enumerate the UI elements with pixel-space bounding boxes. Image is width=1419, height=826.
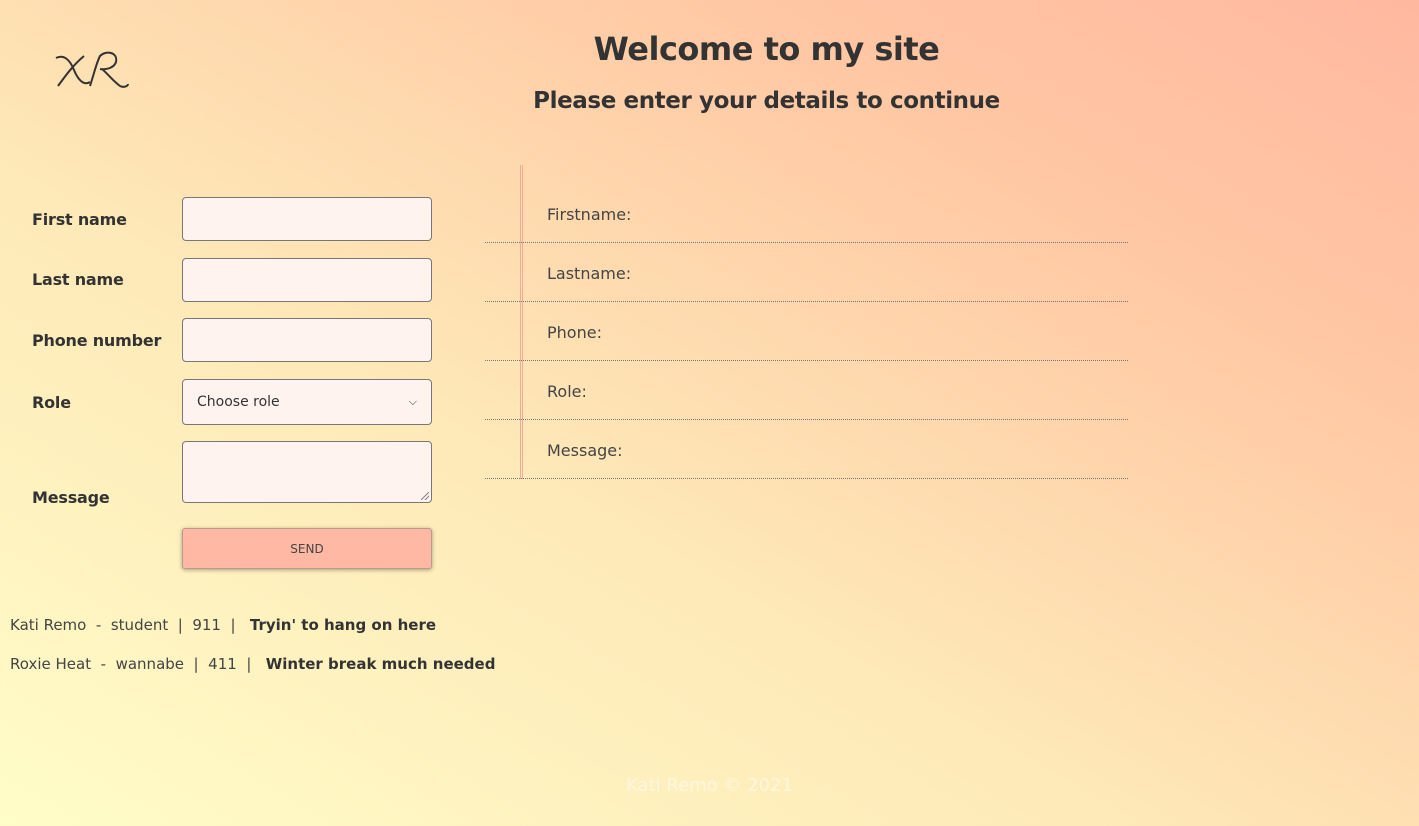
footer-copyright: Kati Remo © 2021 — [626, 775, 793, 796]
entry-message: Tryin' to hang on here — [249, 616, 437, 634]
entry-role: wannabe — [115, 655, 185, 673]
preview-label-phone: Phone: — [547, 323, 602, 342]
entry-role: student — [110, 616, 169, 634]
preview-row-firstname: Firstname: — [485, 184, 1128, 243]
entry-name: Kati Remo — [10, 616, 87, 634]
entry-message: Winter break much needed — [265, 655, 496, 673]
list-item: Kati Remo - student | 911 | Tryin' to ha… — [10, 616, 437, 634]
preview-row-message: Message: — [485, 420, 1128, 479]
entry-name: Roxie Heat — [10, 655, 92, 673]
last-name-input[interactable] — [182, 258, 432, 302]
phone-label: Phone number — [32, 331, 162, 350]
preview-row-lastname: Lastname: — [485, 243, 1128, 302]
page-subtitle: Please enter your details to continue — [533, 88, 1000, 114]
role-select[interactable]: Choose role ⌵ — [182, 379, 432, 425]
page-title: Welcome to my site — [593, 30, 940, 68]
entry-phone: 411 — [208, 655, 237, 673]
role-select-value: Choose role — [197, 394, 280, 410]
role-label: Role — [32, 393, 71, 412]
last-name-label: Last name — [32, 270, 124, 289]
preview-row-role: Role: — [485, 361, 1128, 420]
list-item: Roxie Heat - wannabe | 411 | Winter brea… — [10, 655, 496, 673]
preview-label-lastname: Lastname: — [547, 264, 632, 283]
preview-label-firstname: Firstname: — [547, 205, 632, 224]
chevron-down-icon: ⌵ — [408, 395, 417, 408]
preview-label-message: Message: — [547, 441, 623, 460]
message-textarea[interactable] — [182, 441, 432, 503]
preview-label-role: Role: — [547, 382, 587, 401]
details-preview: Firstname: Lastname: Phone: Role: Messag… — [485, 165, 1128, 479]
phone-input[interactable] — [182, 318, 432, 362]
resize-grip-icon[interactable] — [421, 492, 429, 500]
entry-phone: 911 — [192, 616, 221, 634]
preview-row-phone: Phone: — [485, 302, 1128, 361]
first-name-input[interactable] — [182, 197, 432, 241]
first-name-label: First name — [32, 210, 127, 229]
message-label: Message — [32, 488, 110, 507]
send-button[interactable]: SEND — [182, 528, 432, 569]
